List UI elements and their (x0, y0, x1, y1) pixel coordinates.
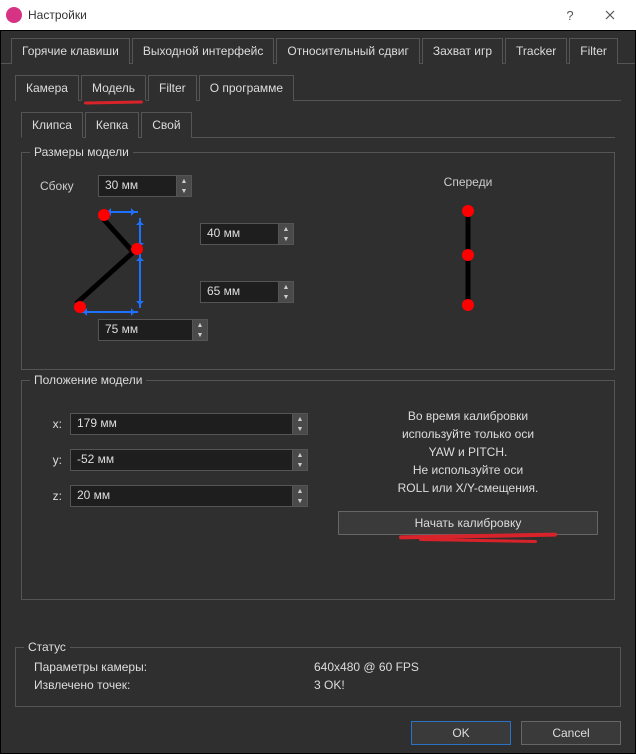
tab-filter-inner[interactable]: Filter (148, 75, 197, 101)
label-front: Спереди (340, 175, 596, 189)
tab-model[interactable]: Модель (81, 75, 146, 101)
label-side: Сбоку (40, 179, 84, 193)
chevron-down-icon[interactable]: ▼ (293, 424, 307, 434)
group-status-legend: Статус (24, 640, 70, 654)
status-points-label: Извлечено точек: (34, 678, 314, 692)
window-title: Настройки (28, 8, 550, 22)
chevron-up-icon[interactable]: ▲ (279, 224, 293, 234)
ok-button[interactable]: OK (411, 721, 511, 745)
group-model-position: Положение модели x: 179 мм ▲▼ (21, 380, 615, 600)
model-tabstrip: Клипса Кепка Свой (21, 111, 615, 138)
chevron-up-icon[interactable]: ▲ (193, 320, 207, 330)
app-icon (6, 7, 22, 23)
settings-window: Настройки ? Горячие клавиши Выходной инт… (0, 0, 636, 754)
spin-x[interactable]: 179 мм ▲▼ (70, 413, 308, 435)
chevron-down-icon[interactable]: ▼ (293, 460, 307, 470)
group-model-sizes: Размеры модели Сбоку 30 мм ▲▼ (21, 152, 615, 370)
tab-custom[interactable]: Свой (141, 112, 191, 138)
status-camera-label: Параметры камеры: (34, 660, 314, 674)
tab-about[interactable]: О программе (199, 75, 294, 101)
cancel-button[interactable]: Cancel (521, 721, 621, 745)
label-z: z: (38, 489, 62, 503)
spin-side-top[interactable]: 30 мм ▲▼ (98, 175, 192, 197)
spin-y[interactable]: -52 мм ▲▼ (70, 449, 308, 471)
tab-relative[interactable]: Относительный сдвиг (276, 38, 419, 64)
chevron-up-icon[interactable]: ▲ (293, 486, 307, 496)
close-icon (605, 10, 615, 20)
tab-tracker[interactable]: Tracker (505, 38, 567, 64)
dialog-footer: OK Cancel (411, 721, 621, 745)
chevron-down-icon[interactable]: ▼ (279, 292, 293, 302)
tab-filter-outer[interactable]: Filter (569, 38, 618, 64)
close-button[interactable] (590, 0, 630, 30)
tab-output[interactable]: Выходной интерфейс (132, 38, 275, 64)
start-calibration-button[interactable]: Начать калибровку (338, 511, 598, 535)
tab-camera[interactable]: Камера (15, 75, 79, 101)
tab-clip[interactable]: Клипса (21, 112, 83, 138)
chevron-down-icon[interactable]: ▼ (293, 496, 307, 506)
titlebar: Настройки ? (0, 0, 636, 30)
chevron-up-icon[interactable]: ▲ (293, 450, 307, 460)
chevron-down-icon[interactable]: ▼ (193, 330, 207, 340)
front-diagram (458, 199, 478, 319)
label-x: x: (38, 417, 62, 431)
spin-lower[interactable]: 65 мм ▲▼ (200, 281, 294, 303)
spin-z[interactable]: 20 мм ▲▼ (70, 485, 308, 507)
tab-cap[interactable]: Кепка (85, 112, 139, 138)
label-y: y: (38, 453, 62, 467)
group-sizes-legend: Размеры модели (30, 145, 133, 159)
help-button[interactable]: ? (550, 0, 590, 30)
chevron-up-icon[interactable]: ▲ (293, 414, 307, 424)
inner-tabstrip: Камера Модель Filter О программе (15, 74, 621, 101)
chevron-down-icon[interactable]: ▼ (177, 186, 191, 196)
chevron-down-icon[interactable]: ▼ (279, 234, 293, 244)
outer-tabstrip: Горячие клавиши Выходной интерфейс Относ… (1, 31, 635, 64)
client-area: Горячие клавиши Выходной интерфейс Относ… (0, 30, 636, 754)
chevron-up-icon[interactable]: ▲ (177, 176, 191, 186)
side-diagram (70, 205, 190, 325)
tab-hotkeys[interactable]: Горячие клавиши (11, 38, 130, 64)
tab-gamecapture[interactable]: Захват игр (422, 38, 503, 64)
chevron-up-icon[interactable]: ▲ (279, 282, 293, 292)
status-camera-value: 640x480 @ 60 FPS (314, 660, 419, 674)
spin-upper[interactable]: 40 мм ▲▼ (200, 223, 294, 245)
group-status: Статус Параметры камеры: 640x480 @ 60 FP… (15, 647, 621, 707)
calibration-text: Во время калибровки используйте только о… (338, 407, 598, 497)
group-position-legend: Положение модели (30, 373, 146, 387)
status-points-value: 3 OK! (314, 678, 345, 692)
